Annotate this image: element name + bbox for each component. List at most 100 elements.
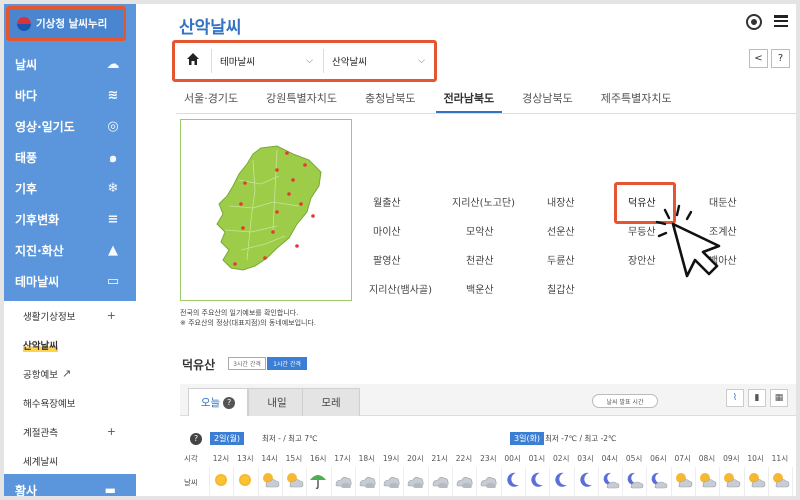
sidebar-item-climate-change[interactable]: 기후변화 ≡ (4, 204, 136, 235)
bulletin-time-button[interactable]: 날씨 발표 시간 (592, 394, 658, 408)
main-nav: 날씨 ☁ 바다 ≋ 영상·일기도 ◎ 태풍 ๑ 기후 ❄ 기후변화 ≡ 지진·화산 ▲ 테마날… (4, 49, 136, 297)
chart-line-icon[interactable]: ⌇ (726, 389, 744, 407)
mountain-link[interactable]: 월출산 (373, 194, 401, 209)
submenu-item-world[interactable]: 세계날씨 (4, 446, 136, 475)
hour-label: 12시 (212, 454, 230, 463)
hour-label: 00시 (504, 454, 521, 463)
brand-logo[interactable]: 기상청 날씨누리 (6, 6, 126, 41)
gear-icon[interactable] (746, 14, 762, 30)
help-icon[interactable]: ? (190, 433, 202, 445)
partly-cloudy-icon (697, 470, 717, 490)
mountain-link[interactable]: 칠갑산 (547, 281, 575, 296)
submenu-item-seasonal[interactable]: 계절관측 + (4, 417, 136, 446)
column-divider (476, 467, 478, 496)
hour-row: 시각 12시 13시 14시 15시 16시 17시 18시 19시 20시 21시 22시 23시 0… (184, 453, 796, 465)
mountain-link[interactable]: 백운산 (466, 281, 494, 296)
hour-label: 07시 (674, 454, 691, 463)
hour-label: 21시 (431, 454, 448, 463)
interval-1h-button[interactable]: 1시간 간격 (267, 357, 307, 370)
tab-gyeongsang[interactable]: 경상남북도 (514, 84, 581, 113)
hour-label: 16시 (309, 454, 327, 463)
tab-today[interactable]: 오늘? (188, 388, 248, 416)
hour-label: 08시 (698, 454, 716, 463)
sidebar-item-weather[interactable]: 날씨 ☁ (4, 49, 136, 80)
tab-jeju[interactable]: 제주특별자치도 (593, 84, 680, 113)
submenu-label: 계절관측 (23, 427, 58, 439)
sidebar-item-label: 영상·일기도 (15, 120, 75, 134)
sidebar-item-climate[interactable]: 기후 ❄ (4, 173, 136, 204)
submenu-label: 생활기상정보 (23, 311, 76, 323)
sidebar-item-sea[interactable]: 바다 ≋ (4, 80, 136, 111)
mountain-link[interactable]: 내장산 (547, 194, 575, 209)
cloud-sun-icon: ☁ (106, 57, 120, 72)
tab-label: 내일 (267, 397, 287, 409)
sidebar-item-typhoon[interactable]: 태풍 ๑ (4, 142, 136, 173)
sidebar-item-label: 태풍 (15, 151, 38, 165)
mountain-link[interactable]: 지리산(뱀사골) (369, 281, 432, 296)
column-divider (670, 467, 672, 496)
submenu-item-airport[interactable]: 공항예보 ↗ (4, 359, 136, 388)
mountain-link[interactable]: 천관산 (466, 252, 494, 267)
hour-label: 22시 (455, 454, 473, 463)
tab-tomorrow[interactable]: 내일 (248, 388, 306, 416)
help-icon[interactable]: ? (771, 49, 790, 68)
sub-select[interactable]: 산악날씨 ⌵ (323, 49, 431, 73)
help-icon[interactable]: ? (223, 396, 236, 409)
page-title: 산악날씨 (179, 18, 242, 38)
table-icon[interactable]: ▦ (770, 389, 788, 407)
mountain-link[interactable]: 마이산 (373, 223, 401, 238)
mountain-link[interactable]: 지리산(노고단) (452, 194, 515, 209)
plus-icon: + (106, 309, 116, 322)
tab-day-after[interactable]: 모레 (302, 388, 360, 416)
partly-cloudy-icon (260, 470, 280, 490)
theme-select[interactable]: 테마날씨 ⌵ (211, 49, 319, 73)
sidebar-item-label: 기후변화 (15, 213, 60, 227)
map-note-line: ※ 주요산의 정상(대표지점)의 동네예보입니다. (180, 319, 317, 327)
tab-gangwon[interactable]: 강원특별자치도 (258, 84, 345, 113)
tab-jeolla[interactable]: 전라남북도 (435, 84, 503, 113)
partly-cloudy-icon (284, 470, 304, 490)
moon-icon (527, 470, 547, 490)
sidebar: 기상청 날씨누리 날씨 ☁ 바다 ≋ 영상·일기도 ◎ 태풍 ๑ 기후 ❄ 기후변화 ≡ 지… (4, 4, 136, 496)
share-icon[interactable]: < (749, 49, 768, 68)
menu-icon[interactable] (774, 14, 788, 28)
submenu-item-living-weather[interactable]: 생활기상정보 + (4, 301, 136, 330)
mountain-link[interactable]: 모악산 (466, 223, 494, 238)
column-divider (403, 467, 405, 496)
hour-label: 19시 (382, 454, 400, 463)
moon-cloud-icon (624, 470, 644, 490)
interval-3h-button[interactable]: 3시간 간격 (228, 357, 266, 370)
tab-chungcheong[interactable]: 충청남북도 (357, 84, 424, 113)
sidebar-item-yellow-dust[interactable]: 황사 ▬ (4, 476, 136, 496)
home-icon[interactable] (186, 52, 204, 70)
sidebar-item-imagery[interactable]: 영상·일기도 ◎ (4, 111, 136, 142)
tab-label: 오늘 (200, 397, 221, 409)
date-row: ? 2일(월) 최저 - / 최고 7℃ 3일(화) 최저 -7℃ / 최고 -… (190, 432, 790, 446)
hour-label: 03시 (577, 454, 594, 463)
moon-icon (576, 470, 596, 490)
hour-label: 11시 (771, 454, 789, 463)
theme-submenu: 생활기상정보 + 산악날씨 공항예보 ↗ 해수욕장예보 계절관측 + 세계날씨 (4, 301, 136, 474)
submenu-item-beach[interactable]: 해수욕장예보 (4, 388, 136, 417)
cloud-icon (478, 470, 498, 490)
column-divider (427, 467, 429, 496)
sidebar-item-label: 지진·화산 (15, 244, 64, 258)
column-divider (549, 467, 551, 496)
sun-icon (235, 470, 255, 490)
tab-seoul-gyeonggi[interactable]: 서울·경기도 (176, 84, 246, 113)
date-badge-today: 2일(월) (210, 432, 245, 445)
mountain-link[interactable]: 선운산 (547, 223, 575, 238)
sidebar-item-theme-weather[interactable]: 테마날씨 ▭ (4, 266, 136, 297)
plus-icon: + (106, 425, 116, 438)
partly-cloudy-icon (721, 470, 741, 490)
bar-chart-icon[interactable]: ▮ (748, 389, 766, 407)
submenu-item-mountain-weather[interactable]: 산악날씨 (4, 330, 136, 359)
thermometer-icon: ≡ (107, 212, 119, 227)
mountain-link[interactable]: 팔영산 (373, 252, 401, 267)
mountain-link[interactable]: 두륜산 (547, 252, 575, 267)
hour-label: 01시 (528, 454, 546, 463)
climate-icon: ❄ (107, 181, 119, 196)
region-map[interactable] (180, 119, 352, 301)
hour-label: 23시 (480, 454, 497, 463)
sidebar-item-earthquake[interactable]: 지진·화산 ▲ (4, 235, 136, 266)
